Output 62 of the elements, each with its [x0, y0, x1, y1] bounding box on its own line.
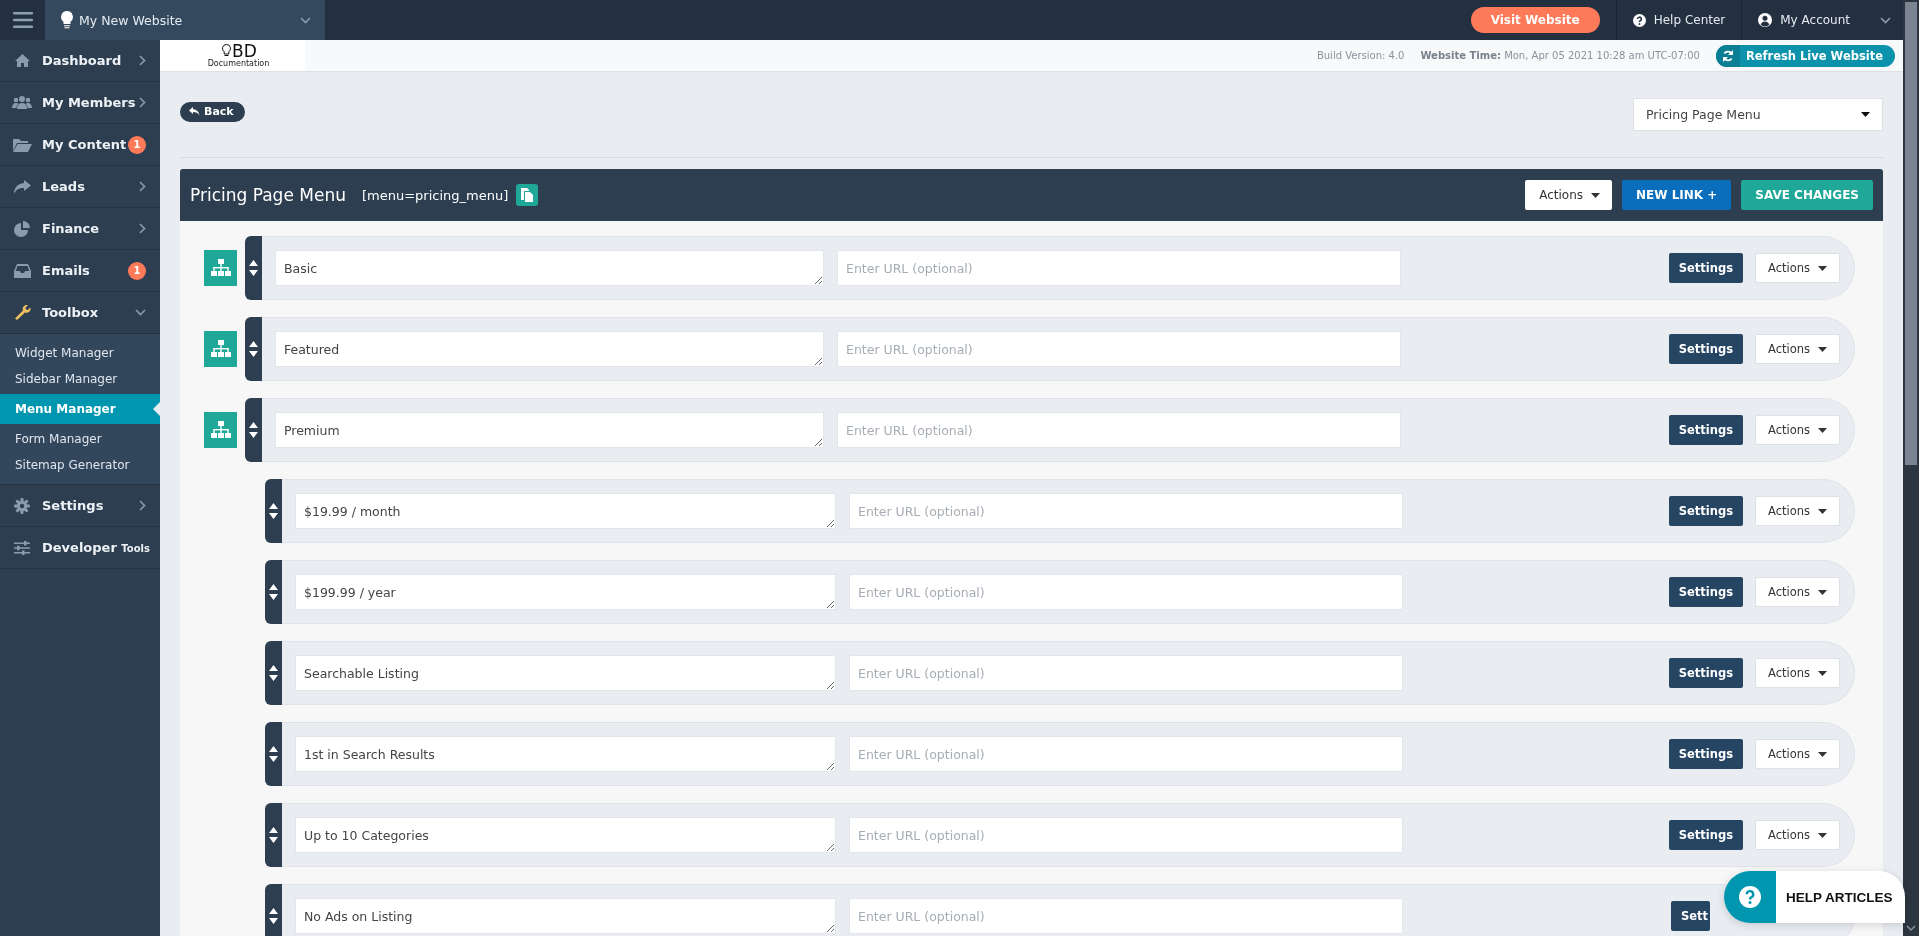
sidebar-item[interactable]: My Members	[0, 82, 160, 124]
sidebar-item[interactable]: Developer Tools	[0, 527, 160, 569]
actions-button[interactable]: Actions	[1755, 820, 1840, 850]
url-field[interactable]: Enter URL (optional)	[849, 574, 1403, 610]
submenu-item[interactable]: Widget Manager	[0, 340, 160, 366]
logo: BD Documentation	[160, 40, 305, 71]
actions-button[interactable]: Actions	[1755, 496, 1840, 526]
site-selector[interactable]: My New Website	[45, 0, 325, 40]
actions-button[interactable]: Actions	[1755, 658, 1840, 688]
submenu-item[interactable]: Menu Manager	[0, 394, 160, 424]
refresh-live-website-button[interactable]: Refresh Live Website	[1715, 44, 1895, 67]
url-field[interactable]: Enter URL (optional)	[849, 817, 1403, 853]
url-field[interactable]: Enter URL (optional)	[849, 898, 1403, 934]
link-name-field[interactable]: 1st in Search Results	[295, 736, 836, 772]
build-version: Build Version: 4.0	[1316, 50, 1405, 61]
new-link-button[interactable]: NEW LINK +	[1622, 180, 1732, 210]
settings-button[interactable]: Sett	[1670, 901, 1710, 931]
link-name-field[interactable]: Up to 10 Categories	[295, 817, 836, 853]
link-name-field[interactable]: Premium	[275, 412, 824, 448]
link-name-field[interactable]: $19.99 / month	[295, 493, 836, 529]
actions-button[interactable]: Actions	[1755, 415, 1840, 445]
url-field[interactable]: Enter URL (optional)	[849, 493, 1403, 529]
actions-button[interactable]: Actions	[1755, 253, 1840, 283]
url-field[interactable]: Enter URL (optional)	[837, 250, 1401, 286]
count-badge: 1	[128, 135, 146, 154]
link-name-field[interactable]: Searchable Listing	[295, 655, 836, 691]
link-name-field[interactable]: No Ads on Listing	[295, 898, 836, 934]
actions-button[interactable]: Actions	[1755, 739, 1840, 769]
settings-button[interactable]: Settings	[1668, 739, 1743, 769]
settings-button[interactable]: Settings	[1668, 496, 1743, 526]
sidebar-item[interactable]: Dashboard	[0, 40, 160, 82]
help-articles-button[interactable]: HELP ARTICLES	[1724, 871, 1905, 923]
sidebar-item[interactable]: Emails 1	[0, 250, 160, 292]
menu-select[interactable]: Pricing Page Menu	[1633, 98, 1883, 131]
actions-button[interactable]: Actions	[1755, 577, 1840, 607]
settings-button[interactable]: Settings	[1668, 577, 1743, 607]
count-badge: 1	[128, 261, 146, 280]
sidebar-item[interactable]: Settings	[0, 485, 160, 527]
panel-title: Pricing Page Menu	[190, 185, 346, 205]
actions-button[interactable]: Actions	[1755, 334, 1840, 364]
url-field[interactable]: Enter URL (optional)	[849, 736, 1403, 772]
sidebar-item[interactable]: Leads	[0, 166, 160, 208]
settings-button[interactable]: Settings	[1668, 820, 1743, 850]
back-button[interactable]: Back	[180, 101, 245, 122]
settings-button[interactable]: Settings	[1668, 253, 1743, 283]
actions-button[interactable]: Actions	[1525, 180, 1612, 210]
url-field[interactable]: Enter URL (optional)	[837, 331, 1401, 367]
submenu-item[interactable]: Sitemap Generator	[0, 452, 160, 478]
link-name-field[interactable]: Basic	[275, 250, 824, 286]
link-name-field[interactable]: $199.99 / year	[295, 574, 836, 610]
url-field[interactable]: Enter URL (optional)	[849, 655, 1403, 691]
submenu-item[interactable]: Form Manager	[0, 426, 160, 452]
submenu-item[interactable]: Sidebar Manager	[0, 366, 160, 392]
settings-button[interactable]: Settings	[1668, 334, 1743, 364]
sidebar-item[interactable]: Finance	[0, 208, 160, 250]
link-name-field[interactable]: Featured	[275, 331, 824, 367]
settings-button[interactable]: Settings	[1668, 415, 1743, 445]
settings-button[interactable]: Settings	[1668, 658, 1743, 688]
shortcode: [menu=pricing_menu]	[361, 187, 509, 203]
sidebar-item[interactable]: My Content 1	[0, 124, 160, 166]
website-time: Website Time: Mon, Apr 05 2021 10:28 am UTC-07:00	[1420, 50, 1700, 61]
url-field[interactable]: Enter URL (optional)	[837, 412, 1401, 448]
